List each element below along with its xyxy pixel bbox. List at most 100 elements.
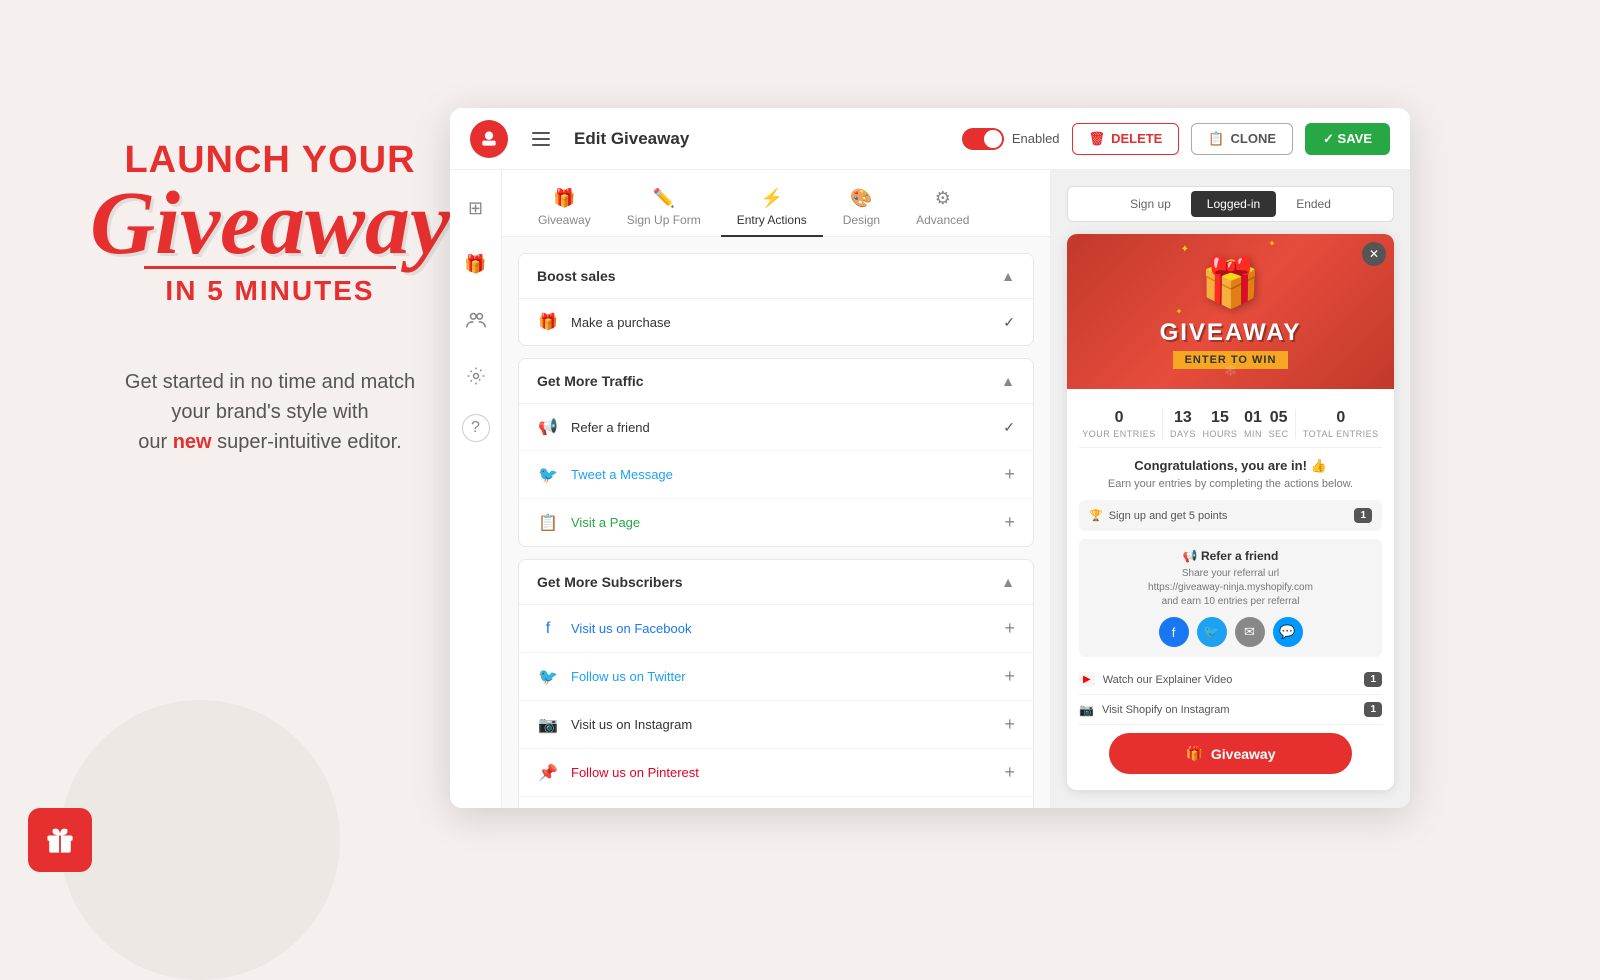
your-entries-stat: 0 Your entries [1082,409,1156,439]
instagram-label: Visit us on Instagram [571,717,992,732]
menu-button[interactable] [524,122,558,156]
tab-entry-actions[interactable]: ⚡ Entry Actions [721,180,823,237]
pinterest-icon: 📌 [537,763,559,783]
list-item[interactable]: f Visit us on Facebook + [519,605,1033,653]
subtitle-prefix: our [138,431,172,453]
list-item[interactable]: 📷 Visit us on Instagram + [519,701,1033,749]
list-item[interactable]: 🐦 Follow us on Twitter + [519,653,1033,701]
preview-tab-signup[interactable]: Sign up [1114,191,1187,217]
days-label: DAYS [1170,429,1196,439]
list-item[interactable]: ▶ Visit a YouTube Channel + [519,797,1033,808]
message-share-btn[interactable]: 💬 [1273,617,1303,647]
youtube-preview-icon: ▶ [1079,672,1095,687]
list-item[interactable]: 📋 Visit a Page + [519,499,1033,546]
refer-label: Refer a friend [571,420,991,435]
boost-sales-header[interactable]: Boost sales ▲ [519,254,1033,298]
preview-panel: Sign up Logged-in Ended ✕ ✦ ✦ ✦ 🎁 [1050,170,1410,808]
explainer-label: Watch our Explainer Video [1103,674,1233,686]
tab-bar: 🎁 Giveaway ✏️ Sign Up Form ⚡ Entry Actio… [502,170,1050,237]
tweet-icon: 🐦 [537,465,559,485]
get-more-traffic-section: Get More Traffic ▲ 📢 Refer a friend ✓ 🐦 … [518,358,1034,547]
facebook-label: Visit us on Facebook [571,621,992,636]
explainer-badge: 1 [1364,672,1382,687]
clone-label: CLONE [1231,131,1277,146]
sidebar-item-grid[interactable]: ⊞ [458,190,494,226]
sidebar-item-settings[interactable] [458,358,494,394]
save-button[interactable]: ✓ SAVE [1305,123,1390,155]
signup-action-label: Sign up and get 5 points [1109,510,1228,522]
sec-label: SEC [1269,429,1289,439]
visit-page-icon: 📋 [537,513,559,533]
header-actions: Enabled 🗑 DELETE 📋 CLONE ✓ SAVE [962,123,1390,155]
boost-sales-body: 🎁 Make a purchase ✓ [519,298,1033,345]
signup-action-row[interactable]: 🏆 Sign up and get 5 points 1 [1079,500,1382,531]
visit-page-label: Visit a Page [571,515,992,530]
list-item: 📢 Refer a friend ✓ [519,404,1033,451]
refer-section: 📢 Refer a friend Share your referral url… [1079,539,1382,657]
boost-sales-chevron: ▲ [1001,268,1015,284]
purchase-label: Make a purchase [571,315,991,330]
purchase-check: ✓ [1003,314,1015,331]
total-entries-stat: 0 Total entries [1303,409,1379,439]
tab-giveaway[interactable]: 🎁 Giveaway [522,180,607,237]
traffic-title: Get More Traffic [537,373,644,389]
refer-icon: 📢 [537,417,559,437]
hours-label: HOURS [1202,429,1237,439]
advanced-tab-label: Advanced [916,213,969,227]
days-stat: 13 DAYS [1170,409,1196,439]
stat-divider [1162,409,1163,439]
traffic-header[interactable]: Get More Traffic ▲ [519,359,1033,403]
hours-value: 15 [1211,409,1229,427]
giveaway-btn-label: Giveaway [1211,746,1276,762]
subscribers-chevron: ▲ [1001,574,1015,590]
clone-button[interactable]: 📋 CLONE [1191,123,1293,155]
in-5-minutes-text: IN 5 MINUTES [60,275,480,307]
list-item[interactable]: 📌 Follow us on Pinterest + [519,749,1033,797]
header-bar: Edit Giveaway Enabled 🗑 DELETE 📋 CLONE ✓… [450,108,1410,170]
list-item: 🎁 Make a purchase ✓ [519,299,1033,345]
min-label: MIN [1244,429,1262,439]
giveaway-bottom-button[interactable]: 🎁 Giveaway [1109,733,1351,774]
signup-tab-label: Sign Up Form [627,213,701,227]
social-buttons: f 🐦 ✉ 💬 [1089,617,1372,647]
sec-value: 05 [1270,409,1288,427]
design-tab-label: Design [843,213,880,227]
delete-button[interactable]: 🗑 DELETE [1072,123,1180,155]
sidebar-item-help[interactable]: ? [462,414,490,442]
min-stat: 01 MIN [1244,409,1262,439]
tab-design[interactable]: 🎨 Design [827,180,896,237]
facebook-share-btn[interactable]: f [1159,617,1189,647]
tab-advanced[interactable]: ⚙ Advanced [900,180,985,237]
preview-tab-ended[interactable]: Ended [1280,191,1347,217]
boost-sales-title: Boost sales [537,268,616,284]
sidebar-item-users[interactable] [458,302,494,338]
scroll-content: Boost sales ▲ 🎁 Make a purchase ✓ G [502,237,1050,808]
subscribers-header[interactable]: Get More Subscribers ▲ [519,560,1033,604]
design-tab-icon: 🎨 [850,188,872,209]
list-item[interactable]: 📷 Visit Shopify on Instagram 1 [1079,695,1382,725]
signup-action-badge: 1 [1354,508,1372,523]
email-share-btn[interactable]: ✉ [1235,617,1265,647]
bottom-logo [28,808,92,872]
enabled-toggle[interactable] [962,128,1004,150]
tab-signup-form[interactable]: ✏️ Sign Up Form [611,180,717,237]
app-window: Edit Giveaway Enabled 🗑 DELETE 📋 CLONE ✓… [450,108,1410,808]
subtitle: Get started in no time and match your br… [60,367,480,457]
earn-text: Earn your entries by completing the acti… [1079,478,1382,490]
twitter-share-btn[interactable]: 🐦 [1197,617,1227,647]
subtitle-line1: Get started in no time and match [125,371,415,393]
instagram-badge: 1 [1364,702,1382,717]
stat-divider-2 [1295,409,1296,439]
preview-tabs: Sign up Logged-in Ended [1067,186,1394,222]
preview-close-button[interactable]: ✕ [1362,242,1386,266]
traffic-body: 📢 Refer a friend ✓ 🐦 Tweet a Message + 📋… [519,403,1033,546]
list-item[interactable]: ▶ Watch our Explainer Video 1 [1079,665,1382,695]
pinterest-plus: + [1004,762,1015,783]
enabled-label: Enabled [1012,131,1060,146]
tweet-label: Tweet a Message [571,467,992,482]
list-item[interactable]: 🐦 Tweet a Message + [519,451,1033,499]
entry-tab-icon: ⚡ [761,188,783,209]
preview-tab-loggedin[interactable]: Logged-in [1191,191,1276,217]
sidebar-item-gift[interactable]: 🎁 [458,246,494,282]
signup-action-text: 🏆 Sign up and get 5 points [1089,509,1227,522]
